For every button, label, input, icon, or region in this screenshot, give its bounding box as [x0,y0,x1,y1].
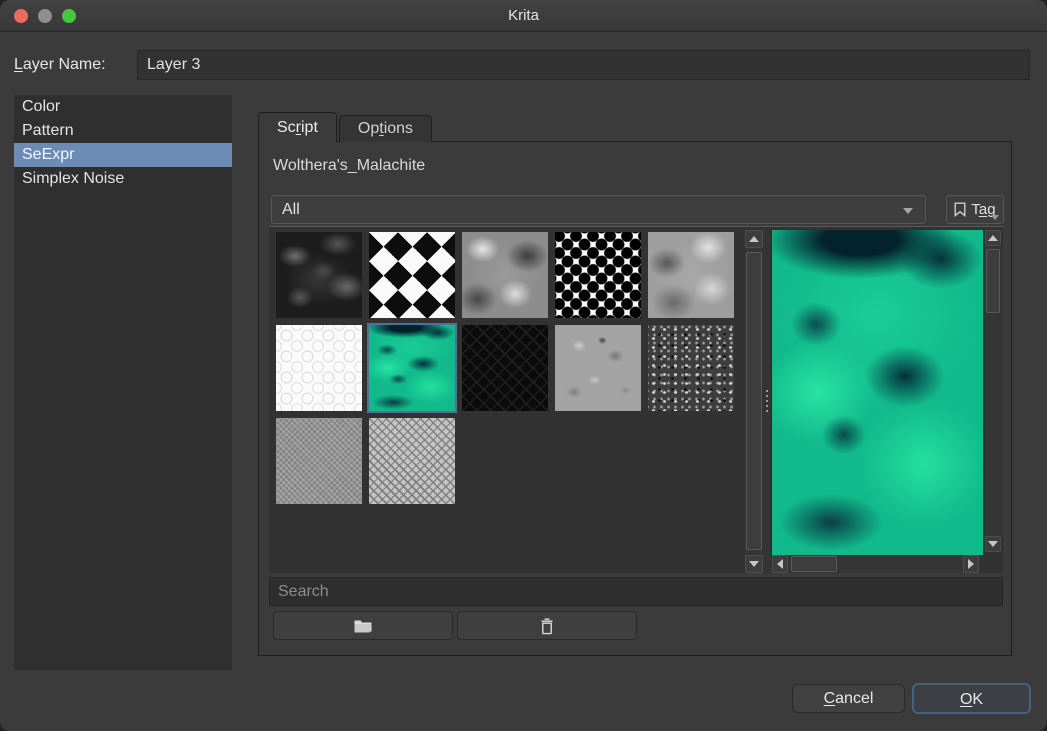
tab-bar: Script Options [258,112,434,142]
list-item-seexpr[interactable]: SeExpr [14,143,232,167]
pattern-grid [269,227,745,573]
layer-name-label: Layer Name: [14,50,106,80]
triangle-down-icon [749,561,759,567]
trash-icon [539,617,555,635]
tab-options[interactable]: Options [339,115,432,142]
list-item-color[interactable]: Color [14,95,232,119]
pattern-thumbnail[interactable] [369,232,455,318]
scrollbar-thumb[interactable] [791,556,837,572]
triangle-left-icon [777,559,783,569]
scrollbar-thumb[interactable] [986,249,1000,313]
scroll-down-button[interactable] [985,536,1001,552]
pattern-thumbnail[interactable] [648,232,734,318]
triangle-up-icon [988,235,998,241]
ok-button[interactable]: OK [912,683,1031,714]
search-input[interactable] [269,577,1003,606]
preview-horizontal-scrollbar[interactable] [772,555,979,573]
pattern-thumbnail[interactable] [555,325,641,411]
folder-icon [353,618,373,634]
scroll-up-button[interactable] [985,230,1001,246]
grid-scrollbar[interactable] [745,230,763,573]
pattern-thumbnail[interactable] [276,325,362,411]
chevron-down-icon [991,215,999,220]
scrollbar-thumb[interactable] [746,252,762,550]
tag-button[interactable]: Tag [946,195,1004,224]
splitter-handle[interactable] [763,228,771,574]
list-item-simplex-noise[interactable]: Simplex Noise [14,167,232,191]
list-item-pattern[interactable]: Pattern [14,119,232,143]
title-bar[interactable]: Krita [0,0,1047,32]
pattern-thumbnail[interactable] [462,232,548,318]
triangle-right-icon [968,559,974,569]
cancel-button[interactable]: Cancel [792,684,905,713]
scroll-left-button[interactable] [772,555,788,573]
window-title: Krita [0,0,1047,32]
krita-dialog-window: Krita Layer Name: Color Pattern SeExpr S… [0,0,1047,731]
pattern-thumbnail[interactable] [648,325,734,411]
pattern-preview-image [771,230,983,555]
bookmark-icon [954,202,966,217]
tag-filter-dropdown[interactable]: All [271,195,926,224]
pattern-browser [269,226,1003,573]
chevron-down-icon [903,208,913,214]
script-tab-panel: Wolthera's_Malachite All Tag [258,141,1012,656]
scroll-down-button[interactable] [745,555,763,573]
preview-vertical-scrollbar[interactable] [985,230,1001,552]
pattern-thumbnail[interactable] [276,418,362,504]
scroll-up-button[interactable] [745,230,763,248]
tab-script[interactable]: Script [258,112,337,142]
pattern-thumbnail[interactable] [462,325,548,411]
pattern-thumbnail-selected[interactable] [369,325,455,411]
delete-resource-button[interactable] [457,611,637,640]
scroll-right-button[interactable] [963,555,979,573]
pattern-thumbnail[interactable] [369,418,455,504]
triangle-up-icon [749,236,759,242]
pattern-thumbnail[interactable] [276,232,362,318]
selected-pattern-name: Wolthera's_Malachite [273,157,425,175]
pattern-thumbnail[interactable] [555,232,641,318]
generator-type-list: Color Pattern SeExpr Simplex Noise [14,95,232,670]
triangle-down-icon [988,541,998,547]
layer-name-input[interactable] [137,50,1030,80]
import-resource-button[interactable] [273,611,453,640]
